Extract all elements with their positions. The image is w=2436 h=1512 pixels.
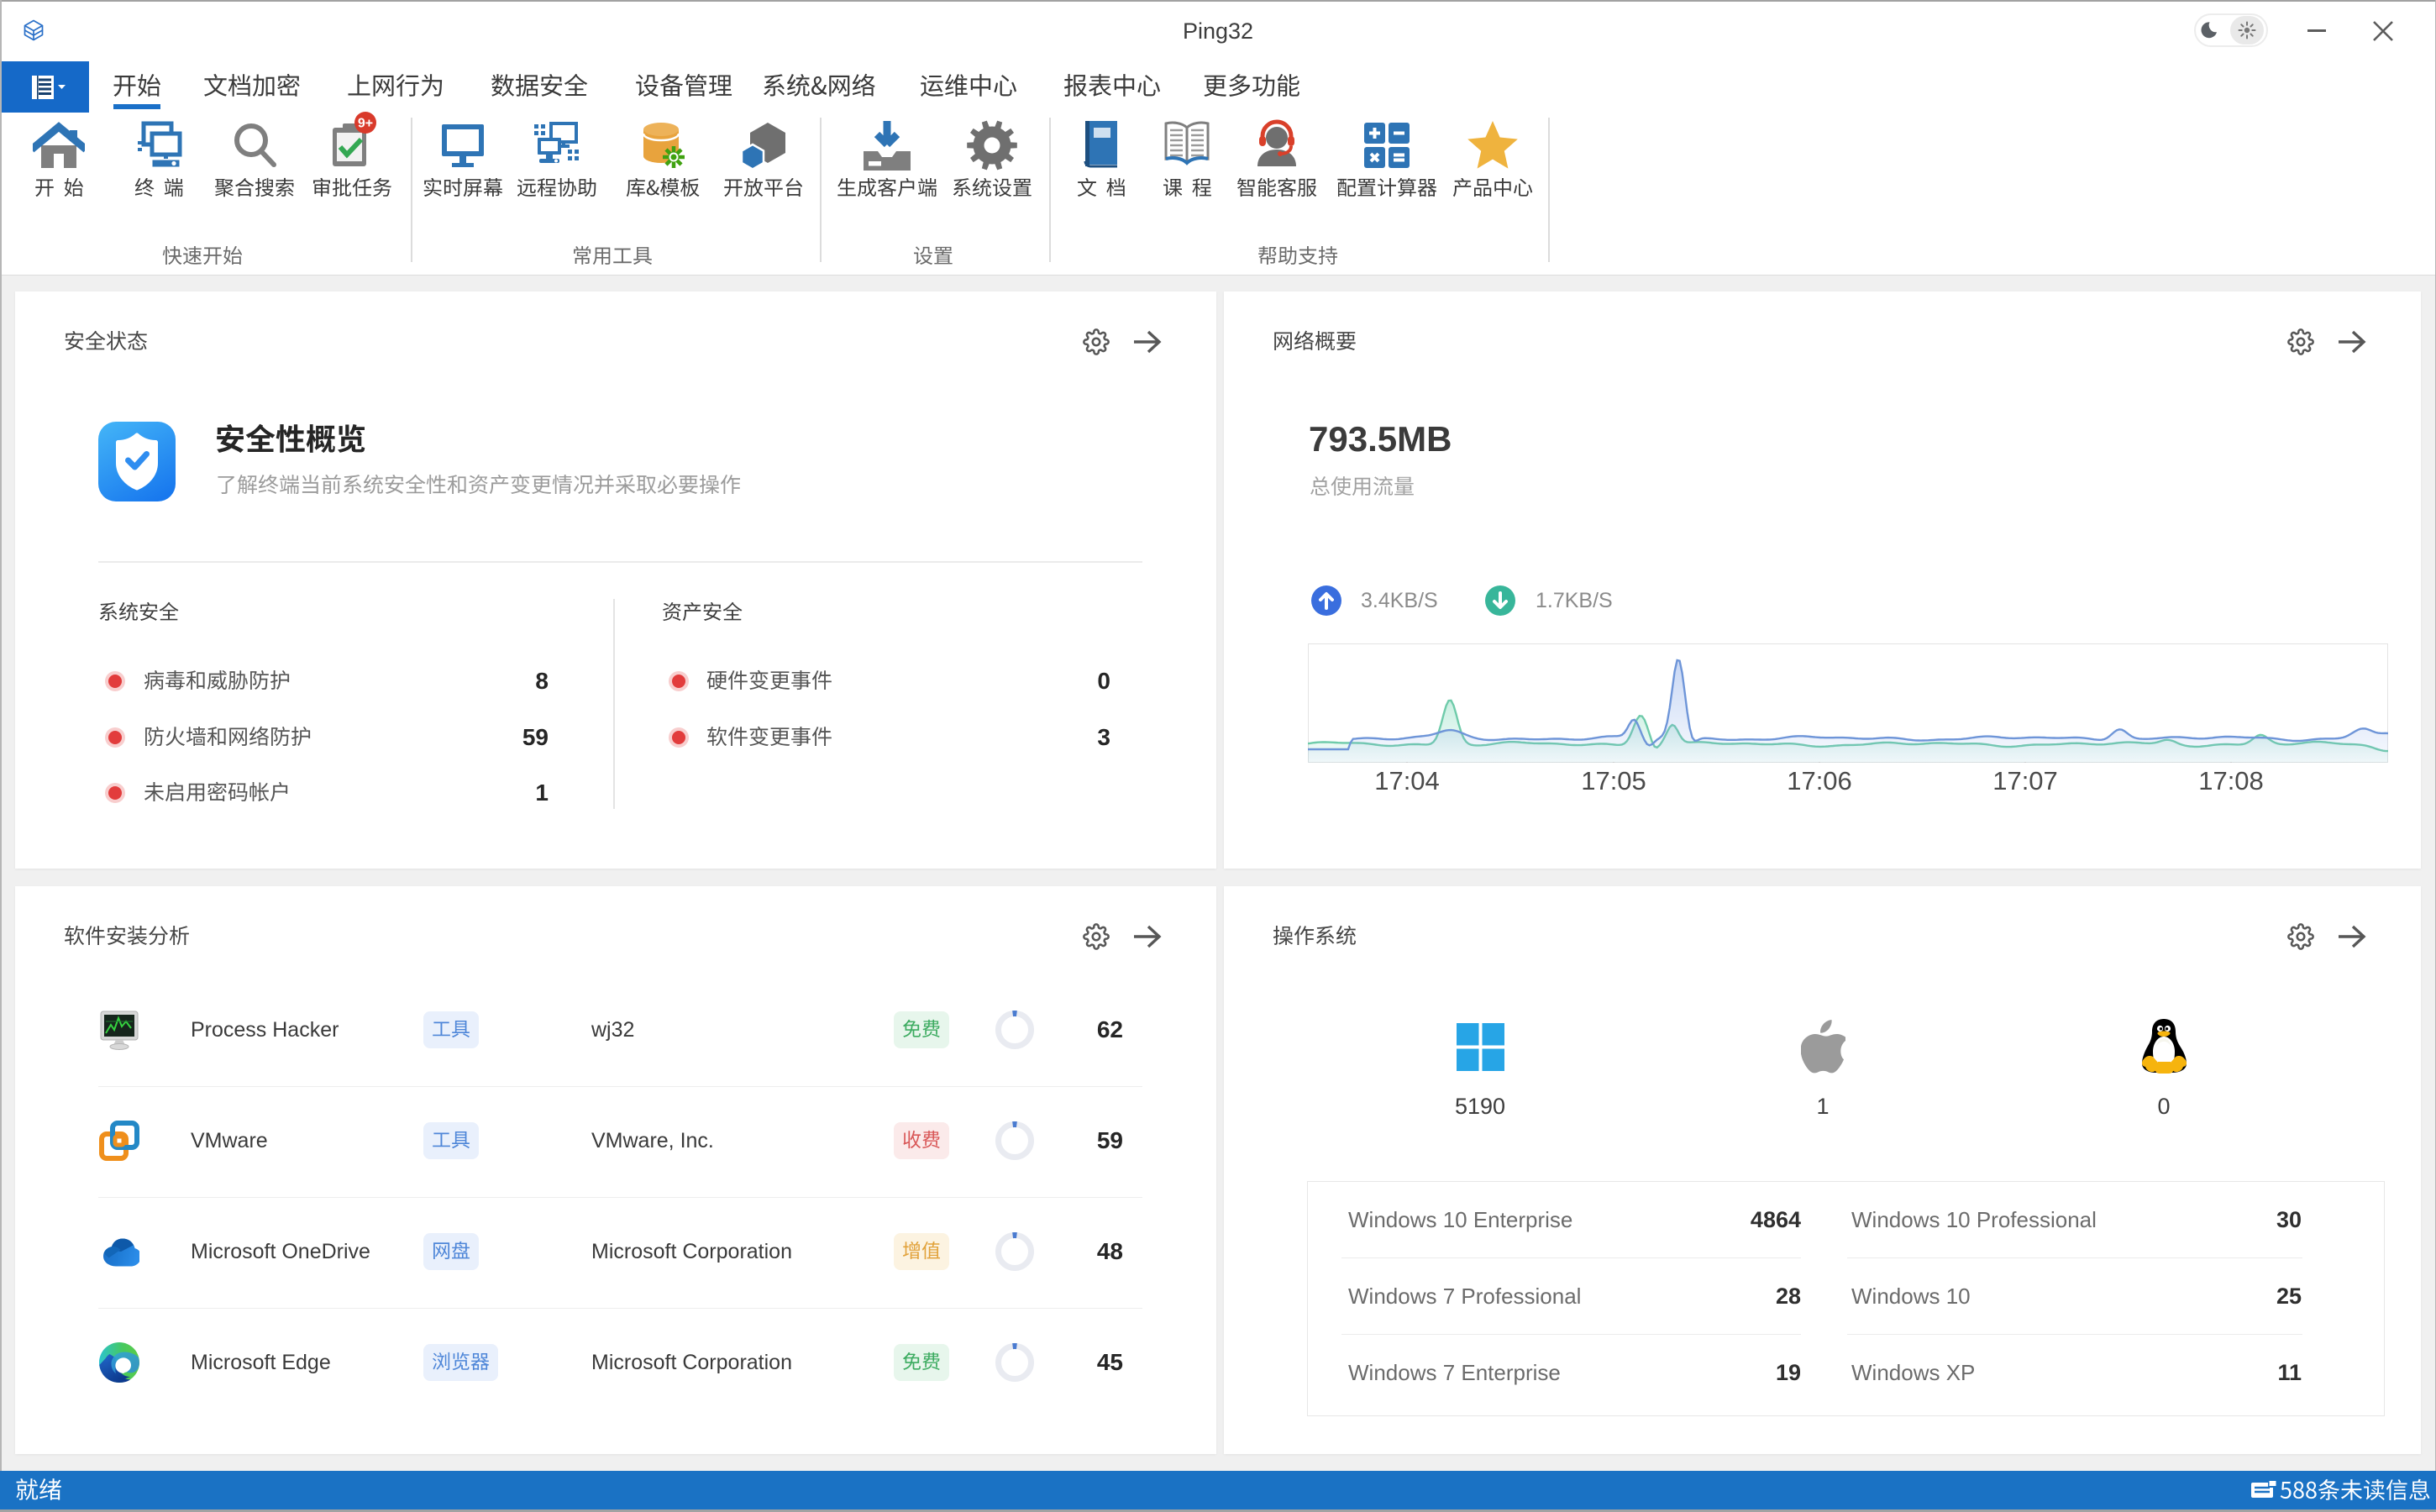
svg-text:9+: 9+ [358, 117, 373, 131]
